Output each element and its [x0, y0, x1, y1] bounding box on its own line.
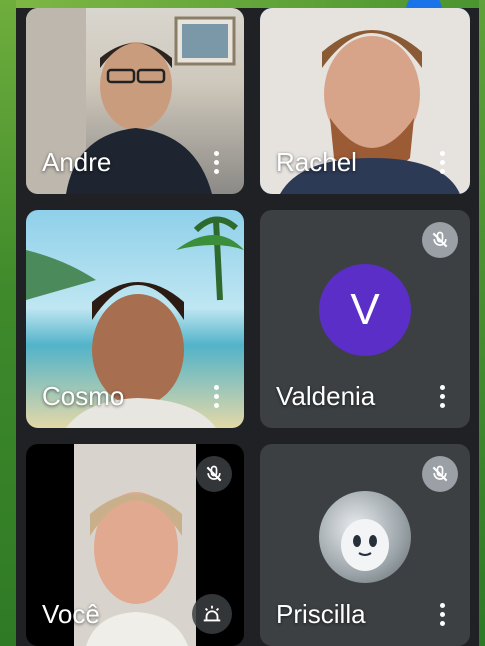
participant-name: Priscilla — [276, 599, 366, 629]
visual-effects-icon[interactable] — [192, 594, 232, 634]
avatar — [319, 490, 411, 583]
participant-tile-cosmo[interactable]: Cosmo — [26, 210, 244, 428]
participant-tile-andre[interactable]: Andre — [26, 8, 244, 194]
participant-name: Valdenia — [276, 381, 376, 411]
participant-tile-rachel[interactable]: Rachel — [260, 0, 470, 194]
mic-off-icon — [422, 222, 458, 258]
participant-name: Cosmo — [42, 381, 125, 411]
participant-name: Rachel — [276, 147, 357, 177]
more-vert-icon[interactable] — [428, 144, 456, 180]
background-edge-left — [0, 0, 16, 646]
participant-name: Você — [42, 599, 100, 629]
mic-off-icon — [422, 456, 458, 492]
more-vert-icon[interactable] — [428, 378, 456, 414]
background-edge-right — [479, 0, 485, 646]
more-vert-icon[interactable] — [202, 144, 230, 180]
participant-name: Andre — [42, 147, 112, 177]
avatar: V — [319, 264, 411, 357]
participant-tile-priscilla[interactable]: Priscilla — [260, 444, 470, 646]
mic-off-icon — [196, 456, 232, 492]
participant-tile-self[interactable]: Você — [26, 444, 244, 646]
more-vert-icon[interactable] — [202, 378, 230, 414]
participant-tile-valdenia[interactable]: V Valdenia — [260, 210, 470, 428]
more-vert-icon[interactable] — [428, 596, 456, 632]
participant-grid: Andre Rachel Cosmo V Valdenia Você Prisc… — [16, 0, 479, 646]
